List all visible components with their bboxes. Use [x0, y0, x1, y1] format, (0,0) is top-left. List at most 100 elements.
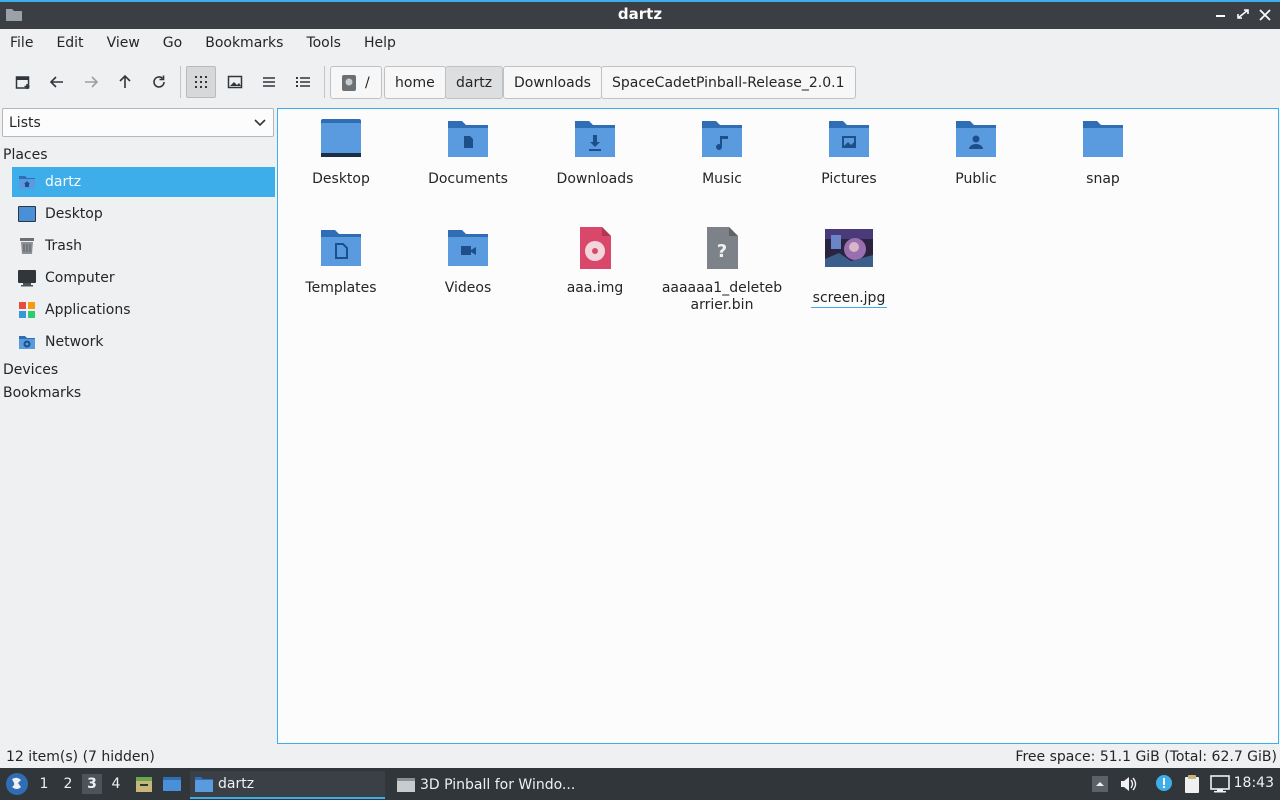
unknown-file-icon: ?: [707, 227, 738, 269]
arrow-up-icon: [119, 74, 131, 88]
restore-icon: [1237, 9, 1249, 19]
clock[interactable]: 18:43: [1234, 775, 1274, 791]
maximize-button[interactable]: [1236, 6, 1250, 22]
toolbar-separator: [180, 66, 181, 98]
file-name: Music: [702, 171, 742, 187]
new-tab-button[interactable]: [8, 66, 38, 98]
file-name: Desktop: [312, 171, 370, 187]
toolbar-separator: [324, 66, 325, 98]
start-menu-icon[interactable]: [4, 771, 30, 797]
sidebar-item-network[interactable]: Network: [12, 327, 275, 357]
drive-icon: [342, 74, 356, 91]
title-bar[interactable]: dartz: [0, 0, 1280, 29]
breadcrumb-label: Downloads: [514, 74, 591, 91]
file-item[interactable]: Documents: [406, 117, 530, 188]
status-bar: 12 item(s) (7 hidden) Free space: 51.1 G…: [0, 746, 1280, 768]
clipboard-icon[interactable]: [1182, 774, 1202, 794]
icon-view-button[interactable]: [186, 66, 216, 98]
menu-bar: File Edit View Go Bookmarks Tools Help: [0, 29, 1280, 57]
compact-view-button[interactable]: [254, 66, 284, 98]
sidebar-item-desktop[interactable]: Desktop: [12, 199, 275, 229]
tray-expand-icon[interactable]: [1090, 774, 1110, 794]
file-manager-launcher-icon[interactable]: [134, 774, 154, 794]
file-item[interactable]: Downloads: [533, 117, 657, 188]
task-pinball[interactable]: 3D Pinball for Windo...: [392, 771, 592, 799]
notification-icon[interactable]: [1154, 774, 1174, 794]
toolbar: / home dartz Downloads SpaceCadetPinball…: [0, 62, 1280, 104]
breadcrumb-root[interactable]: /: [330, 66, 382, 99]
sidebar-item-label: Computer: [45, 270, 115, 286]
trash-icon: [17, 236, 37, 256]
devices-header[interactable]: Devices: [3, 362, 58, 378]
file-name: aaa.img: [566, 280, 624, 296]
window-title: dartz: [617, 5, 663, 23]
sidebar-item-computer[interactable]: Computer: [12, 263, 275, 293]
file-item[interactable]: ? aaaaaa1_deletebarrier.bin: [660, 226, 784, 314]
file-item[interactable]: screen.jpg: [787, 226, 911, 308]
breadcrumb-label: dartz: [456, 74, 493, 91]
desktop-icon: [17, 204, 37, 224]
pictures-folder-icon: [829, 121, 869, 157]
menu-view[interactable]: View: [107, 35, 140, 51]
workspace-2[interactable]: 2: [58, 774, 78, 794]
breadcrumb-downloads[interactable]: Downloads: [503, 66, 602, 99]
file-name: Videos: [444, 280, 492, 296]
places-header[interactable]: Places: [3, 147, 48, 163]
documents-folder-icon: [448, 121, 488, 157]
menu-file[interactable]: File: [10, 35, 33, 51]
bookmarks-header[interactable]: Bookmarks: [3, 385, 81, 401]
sidebar-item-label: Trash: [45, 238, 82, 254]
workspace-3[interactable]: 3: [82, 774, 102, 794]
file-view[interactable]: Desktop Documents Downloads Music Pictur…: [277, 108, 1279, 744]
list-view-icon: [263, 77, 275, 87]
back-button[interactable]: [42, 66, 72, 98]
sidebar-item-label: Applications: [45, 302, 131, 318]
file-name: Public: [955, 171, 997, 187]
file-item[interactable]: Videos: [406, 226, 530, 297]
sidebar: Lists Places dartz Desktop Trash Compute…: [0, 108, 276, 744]
file-item[interactable]: Pictures: [787, 117, 911, 188]
arrow-left-icon: [49, 76, 63, 88]
menu-help[interactable]: Help: [364, 35, 396, 51]
sidebar-item-trash[interactable]: Trash: [12, 231, 275, 261]
breadcrumb-spacecadet[interactable]: SpaceCadetPinball-Release_2.0.1: [601, 66, 856, 99]
reload-button[interactable]: [144, 66, 174, 98]
side-pane-mode-select[interactable]: Lists: [2, 108, 274, 137]
up-button[interactable]: [110, 66, 140, 98]
file-item[interactable]: Templates: [279, 226, 403, 297]
menu-edit[interactable]: Edit: [56, 35, 83, 51]
thumbnail-view-button[interactable]: [220, 66, 250, 98]
image-view-icon: [227, 75, 243, 89]
menu-bookmarks[interactable]: Bookmarks: [205, 35, 283, 51]
breadcrumb-dartz[interactable]: dartz: [445, 66, 504, 99]
workspace-4[interactable]: 4: [106, 774, 126, 794]
sidebar-item-applications[interactable]: Applications: [12, 295, 275, 325]
window-icon: [397, 778, 415, 792]
forward-button[interactable]: [76, 66, 106, 98]
file-item[interactable]: aaa.img: [533, 226, 657, 297]
applications-icon: [17, 300, 37, 320]
svg-text:?: ?: [717, 241, 727, 262]
taskbar: 1 2 3 4 dartz 3D Pinball for Windo... 18…: [0, 768, 1280, 800]
minimize-button[interactable]: [1214, 6, 1228, 22]
task-file-manager[interactable]: dartz: [190, 771, 385, 799]
folder-icon: [1083, 121, 1123, 157]
minimize-icon: [1216, 15, 1225, 17]
network-status-icon[interactable]: [1210, 774, 1230, 794]
menu-go[interactable]: Go: [163, 35, 182, 51]
downloads-folder-icon: [575, 121, 615, 157]
show-desktop-icon[interactable]: [162, 774, 182, 794]
menu-tools[interactable]: Tools: [306, 35, 341, 51]
close-button[interactable]: [1258, 6, 1272, 22]
new-tab-icon: [15, 76, 30, 89]
sidebar-item-label: Network: [45, 334, 104, 350]
detail-view-button[interactable]: [288, 66, 318, 98]
workspace-1[interactable]: 1: [34, 774, 54, 794]
file-item[interactable]: Music: [660, 117, 784, 188]
file-item[interactable]: snap: [1041, 117, 1165, 188]
breadcrumb-home[interactable]: home: [384, 66, 446, 99]
sidebar-item-dartz[interactable]: dartz: [12, 167, 275, 197]
volume-icon[interactable]: [1118, 774, 1138, 794]
file-item[interactable]: Public: [914, 117, 1038, 188]
file-item[interactable]: Desktop: [279, 117, 403, 188]
